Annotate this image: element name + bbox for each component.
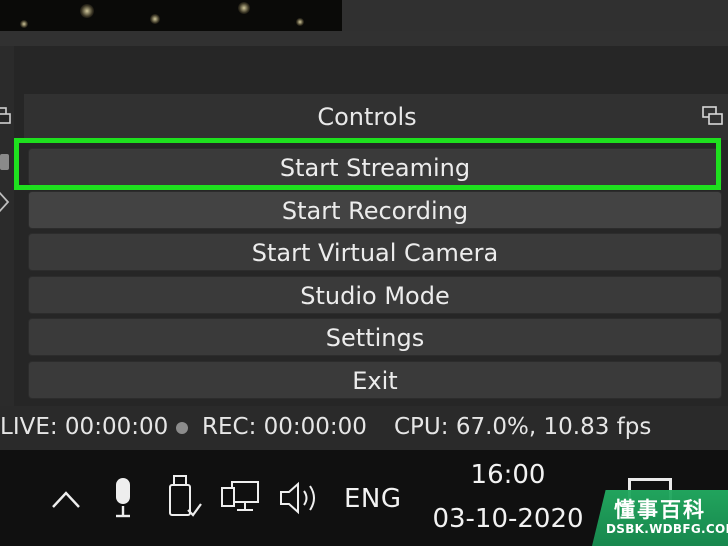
preview-bokeh [80,4,94,18]
preview-canvas [0,0,342,31]
preview-bokeh [150,14,160,24]
chevron-up-icon[interactable] [50,488,82,510]
studio-mode-button[interactable]: Studio Mode [28,276,722,314]
preview-gap [0,31,728,46]
start-virtual-camera-button[interactable]: Start Virtual Camera [28,233,722,271]
status-bar: LIVE: 00:00:00 REC: 00:00:00 CPU: 67.0%,… [0,406,728,450]
preview-background [342,0,728,31]
preview-bokeh [296,18,304,26]
exit-button[interactable]: Exit [28,361,722,399]
preview-bokeh [20,20,28,28]
live-timer: LIVE: 00:00:00 [0,414,169,440]
start-streaming-button[interactable]: Start Streaming [28,148,722,186]
clock-date[interactable]: 03-10-2020 [420,504,596,534]
undock-icon[interactable] [702,105,724,127]
preview-area [0,0,728,46]
start-recording-button[interactable]: Start Recording [28,191,722,229]
usb-icon[interactable] [164,474,204,520]
cpu-readout: CPU: 67.0%, 10.83 fps [394,414,652,440]
dock-title: Controls [317,103,417,131]
network-icon[interactable] [220,478,262,518]
watermark-cn: 懂事百科 [614,498,706,522]
watermark-logo: 懂事百科 DSBK.WDBFG.COM [592,490,728,546]
rec-timer: REC: 00:00:00 [202,414,367,440]
left-dock-edge [0,46,14,450]
watermark-en: DSBK.WDBFG.COM [606,522,728,536]
preview-bokeh [238,2,250,14]
chevron-icon[interactable] [0,189,12,215]
settings-button[interactable]: Settings [28,318,722,356]
microphone-icon[interactable] [108,476,138,520]
record-dot-icon [176,422,188,434]
float-icon[interactable] [0,106,11,126]
lock-icon[interactable] [0,154,9,170]
clock-time[interactable]: 16:00 [430,460,586,490]
language-indicator[interactable]: ENG [344,484,402,514]
speaker-icon[interactable] [278,480,322,516]
dock-title-bar[interactable]: Controls [24,94,728,140]
